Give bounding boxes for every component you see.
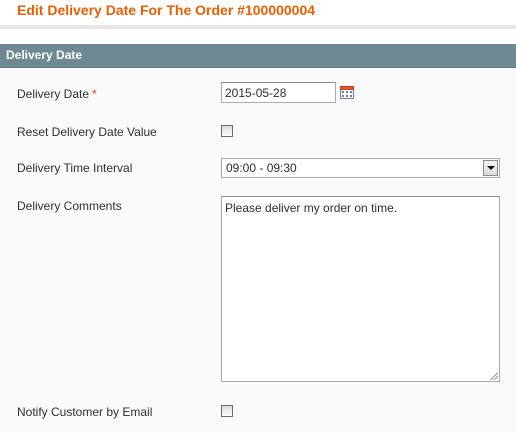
- page-title: Edit Delivery Date For The Order #100000…: [17, 2, 316, 18]
- resize-grip-icon[interactable]: [489, 371, 498, 380]
- delivery-time-interval-label: Delivery Time Interval: [17, 161, 133, 175]
- calendar-icon[interactable]: [340, 86, 354, 99]
- delivery-date-input[interactable]: [221, 82, 336, 103]
- title-divider: [0, 25, 516, 29]
- section-header-label: Delivery Date: [6, 48, 83, 62]
- delivery-time-interval-value: 09:00 - 09:30: [226, 161, 297, 175]
- reset-delivery-date-checkbox[interactable]: [221, 125, 233, 137]
- delivery-date-label-text: Delivery Date: [17, 87, 90, 101]
- section-header: Delivery Date: [0, 44, 516, 68]
- delivery-comments-textarea[interactable]: Please deliver my order on time.: [221, 196, 500, 382]
- notify-customer-checkbox[interactable]: [221, 405, 233, 417]
- delivery-date-label: Delivery Date *: [17, 87, 97, 101]
- chevron-down-icon[interactable]: [483, 160, 498, 176]
- notify-customer-label: Notify Customer by Email: [17, 405, 153, 419]
- delivery-time-interval-select[interactable]: 09:00 - 09:30: [221, 158, 500, 178]
- required-asterisk: *: [92, 87, 97, 101]
- delivery-comments-label: Delivery Comments: [17, 199, 122, 213]
- reset-delivery-date-label: Reset Delivery Date Value: [17, 125, 157, 139]
